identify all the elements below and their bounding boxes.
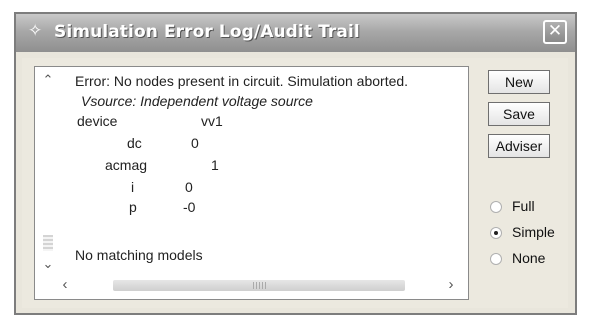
log-text-area[interactable]: ⌃ ⌄ Error: No nodes present in circuit. …	[34, 66, 469, 300]
error-log-window: ✧ Simulation Error Log/Audit Trail ✕ ⌃ ⌄…	[14, 12, 577, 315]
log-label-acmag: acmag	[105, 157, 148, 173]
log-label-i: i	[131, 179, 135, 195]
log-value-i: 0	[185, 179, 193, 195]
log-label-device: device	[77, 113, 118, 129]
radio-full-label: Full	[512, 198, 535, 214]
log-content: Error: No nodes present in circuit. Simu…	[35, 67, 468, 299]
radio-simple-label: Simple	[512, 224, 555, 240]
close-icon: ✕	[547, 21, 563, 41]
close-button[interactable]: ✕	[543, 20, 567, 44]
radio-full-circle[interactable]	[490, 201, 502, 213]
log-label-dc: dc	[127, 135, 142, 151]
new-button[interactable]: New	[488, 70, 550, 94]
radio-simple-circle[interactable]	[490, 227, 502, 239]
save-button[interactable]: Save	[488, 102, 550, 126]
adviser-button[interactable]: Adviser	[488, 134, 550, 158]
horizontal-scrollbar[interactable]: ‹ ›	[35, 273, 468, 299]
radio-none-label: None	[512, 250, 546, 266]
log-line-error: Error: No nodes present in circuit. Simu…	[75, 73, 409, 89]
radio-none-circle[interactable]	[490, 253, 502, 265]
dialog-body: ⌃ ⌄ Error: No nodes present in circuit. …	[22, 58, 568, 308]
log-line-vsource: Vsource: Independent voltage source	[81, 93, 313, 109]
scroll-right-icon[interactable]: ›	[443, 277, 459, 293]
scroll-grip-icon	[253, 282, 267, 289]
log-line-models: No matching models	[75, 247, 203, 263]
log-value-p: -0	[183, 199, 196, 215]
sparkle-icon: ✧	[28, 21, 43, 40]
title-bar[interactable]: ✧ Simulation Error Log/Audit Trail ✕	[16, 14, 575, 52]
scroll-left-icon[interactable]: ‹	[57, 277, 73, 293]
window-title: Simulation Error Log/Audit Trail	[54, 22, 360, 42]
horizontal-scroll-thumb[interactable]	[113, 280, 405, 291]
log-value-dc: 0	[191, 135, 199, 151]
log-value-device: vv1	[201, 113, 223, 129]
log-label-p: p	[129, 199, 137, 215]
log-value-acmag: 1	[211, 157, 219, 173]
